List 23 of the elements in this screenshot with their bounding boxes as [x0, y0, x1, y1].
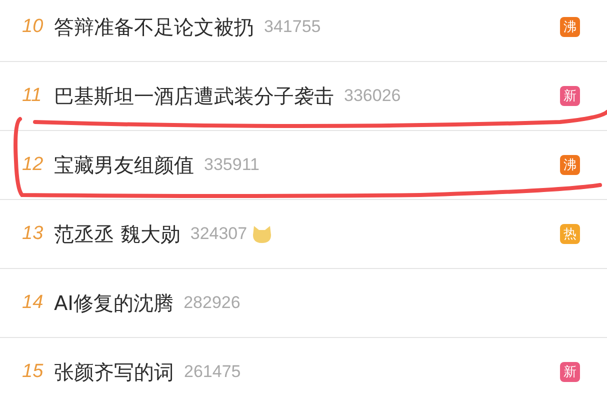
rank-number: 12: [21, 154, 44, 176]
topic-title[interactable]: AI修复的沈腾: [54, 290, 174, 316]
heat-count: 336026: [344, 86, 401, 106]
status-badge: 沸: [560, 155, 580, 175]
status-badge: 新: [560, 86, 580, 106]
topic-title[interactable]: 答辩准备不足论文被扔: [54, 14, 254, 40]
rank-number: 11: [21, 85, 43, 107]
status-badge: 沸: [560, 17, 580, 37]
topic-title[interactable]: 宝藏男友组颜值: [54, 152, 194, 178]
heat-count: 261475: [184, 362, 241, 382]
heat-count: 324307: [190, 224, 248, 244]
heat-count: 341755: [264, 17, 321, 37]
topic-title[interactable]: 张颜齐写的词: [54, 358, 174, 386]
status-badge: 新: [560, 362, 580, 382]
heat-count: 335911: [204, 155, 260, 175]
heat-count: 282926: [184, 293, 240, 313]
topic-title[interactable]: 巴基斯坦一酒店遭武装分子袭击: [54, 82, 334, 110]
rank-number: 14: [21, 292, 44, 314]
rank-number: 13: [21, 223, 44, 245]
rank-number: 10: [21, 16, 44, 38]
status-badge: 热: [560, 224, 580, 244]
rank-number: 15: [21, 361, 44, 383]
topic-title[interactable]: 范丞丞 魏大勋: [54, 220, 180, 248]
